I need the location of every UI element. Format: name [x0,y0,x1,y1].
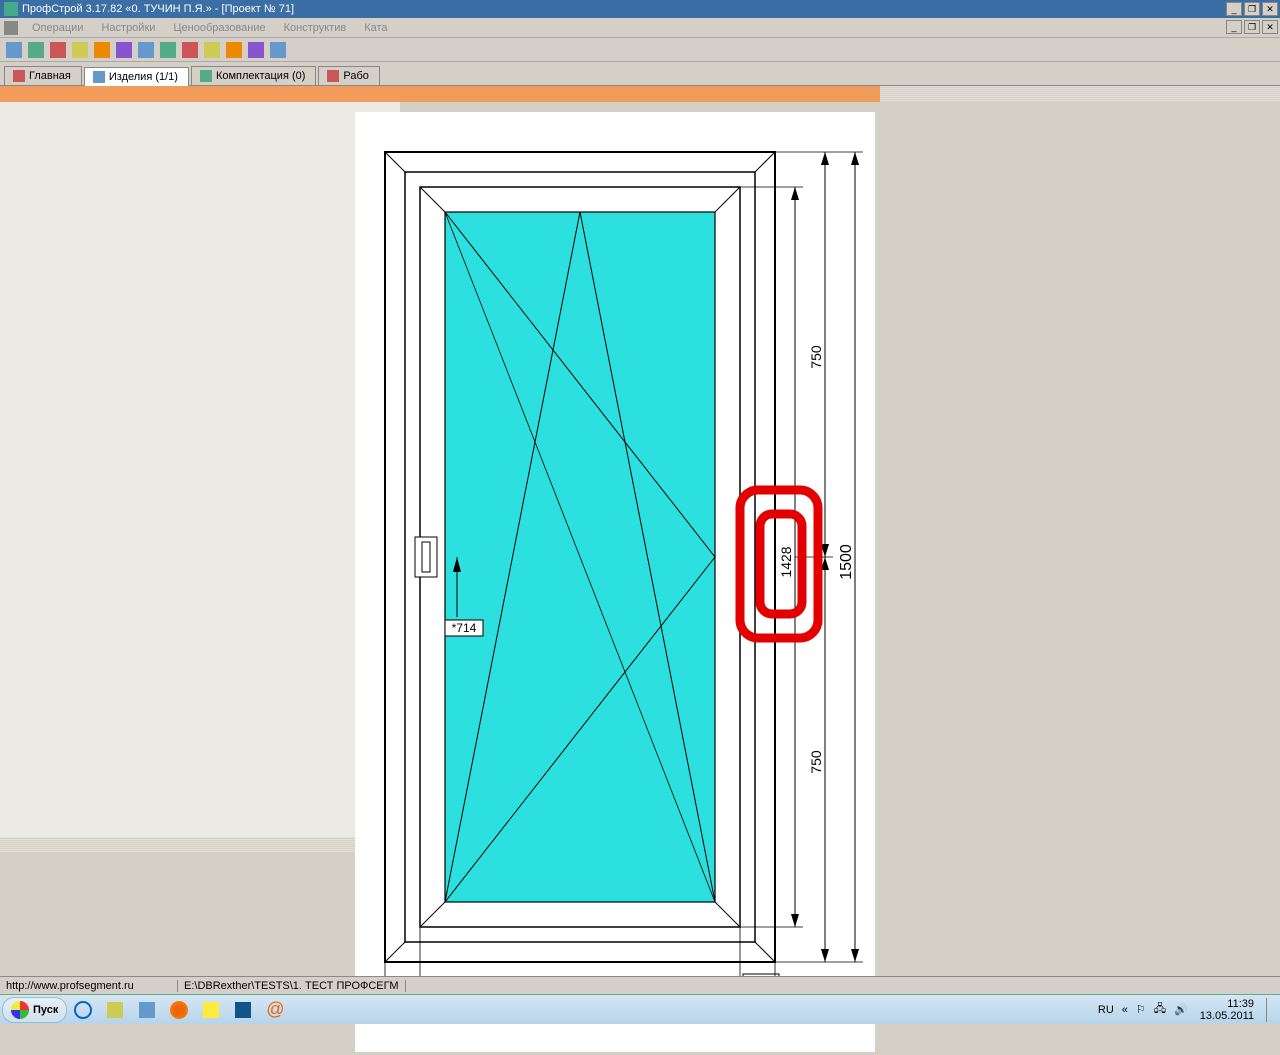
title-bar: ПрофСтрой 3.17.82 «0. ТУЧИН П.Я.» - [Про… [0,0,1280,18]
app-menu-icon[interactable] [4,21,18,35]
tb-btn-12[interactable] [246,40,266,60]
taskbar-bat-icon[interactable] [198,998,224,1022]
striped-separator [880,86,1280,102]
tb-btn-4[interactable] [70,40,90,60]
taskbar-ie-icon[interactable] [70,998,96,1022]
dim-handle: *714 [452,621,477,635]
tray-volume-icon[interactable]: 🔊 [1174,1003,1188,1016]
dim-half-bot: 750 [808,750,824,774]
tb-btn-1[interactable] [4,40,24,60]
status-url: http://www.profsegment.ru [0,980,178,992]
tab-components[interactable]: Комплектация (0) [191,66,316,85]
menu-bar: Операции Настройки Ценообразование Конст… [0,18,1280,38]
status-path: E:\DBRexther\TESTS\1. ТЕСТ ПРОФСЕГМ [178,980,406,992]
show-desktop-button[interactable] [1266,998,1276,1022]
menu-pricing[interactable]: Ценообразование [169,20,269,36]
dim-height-overall: 1500 [838,544,855,580]
system-tray: RU « ⚐ 🖧 🔊 11:39 13.05.2011 [1098,998,1276,1022]
tray-flag-icon[interactable]: ⚐ [1136,1003,1146,1016]
start-button[interactable]: Пуск [2,997,67,1023]
tab-main[interactable]: Главная [4,66,82,85]
tb-btn-11[interactable] [224,40,244,60]
tb-btn-9[interactable] [180,40,200,60]
dim-height-sash: 1428 [778,546,794,577]
tb-btn-2[interactable] [26,40,46,60]
main-toolbar [0,38,1280,62]
tb-btn-13[interactable] [268,40,288,60]
tb-btn-5[interactable] [92,40,112,60]
clock[interactable]: 11:39 13.05.2011 [1196,998,1258,1022]
menu-construct[interactable]: Конструктив [280,20,351,36]
taskbar-firefox-icon[interactable] [166,998,192,1022]
taskbar-app1-icon[interactable] [134,998,160,1022]
language-indicator[interactable]: RU [1098,1004,1114,1016]
tb-btn-7[interactable] [136,40,156,60]
right-panel [0,102,400,837]
dim-half-top: 750 [808,345,824,369]
taskbar-explorer-icon[interactable] [102,998,128,1022]
tray-network-icon[interactable]: 🖧 [1154,1000,1166,1019]
maximize-button[interactable]: ❐ [1244,2,1260,16]
window-title: ПрофСтрой 3.17.82 «0. ТУЧИН П.Я.» - [Про… [22,3,294,15]
tb-btn-8[interactable] [158,40,178,60]
menu-catalog[interactable]: Ката [360,20,391,36]
minimize-button[interactable]: _ [1226,2,1242,16]
window-drawing: *714 728 П/П 800 [355,112,875,1052]
taskbar: Пуск @ RU « ⚐ 🖧 🔊 11:39 13.05.2011 [0,994,1280,1024]
striped-sep-2 [0,837,400,853]
windows-orb-icon [11,1001,29,1019]
mdi-minimize-button[interactable]: _ [1226,20,1242,34]
status-bar: http://www.profsegment.ru E:\DBRexther\T… [0,976,1280,994]
taskbar-mail-icon[interactable]: @ [262,998,288,1022]
tray-caret-icon[interactable]: « [1122,1004,1128,1016]
window-controls: _ ❐ ✕ [1226,2,1278,16]
menu-operations[interactable]: Операции [28,20,87,36]
tb-btn-3[interactable] [48,40,68,60]
tab-works[interactable]: Рабо [318,66,380,85]
tb-btn-6[interactable] [114,40,134,60]
close-button[interactable]: ✕ [1262,2,1278,16]
document-tabs: Главная Изделия (1/1) Комплектация (0) Р… [0,62,1280,86]
mdi-restore-button[interactable]: ❐ [1244,20,1260,34]
mdi-close-button[interactable]: ✕ [1262,20,1278,34]
tb-btn-10[interactable] [202,40,222,60]
tab-products[interactable]: Изделия (1/1) [84,67,189,86]
menu-settings[interactable]: Настройки [97,20,159,36]
orange-separator [0,86,880,102]
taskbar-os3-icon[interactable] [230,998,256,1022]
app-icon [4,2,18,16]
mdi-window-controls: _ ❐ ✕ [1226,20,1278,34]
